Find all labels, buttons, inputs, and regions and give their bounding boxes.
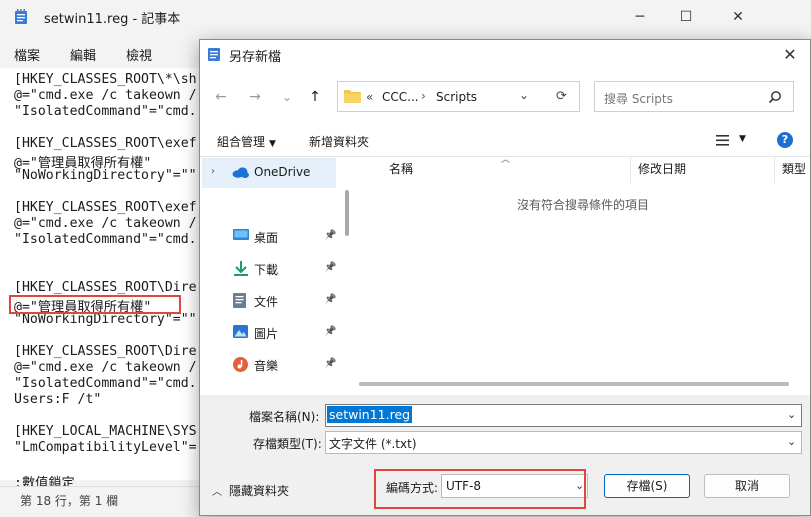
view-dropdown-icon[interactable]: ▼ xyxy=(739,134,746,144)
code-line: [HKEY_CLASSES_ROOT\exef xyxy=(14,136,197,151)
minimize-button[interactable]: ─ xyxy=(617,0,663,34)
code-line: "NoWorkingDirectory"="" xyxy=(14,312,197,327)
address-overflow[interactable]: « xyxy=(366,90,373,104)
nav-item-label: 圖片 xyxy=(254,327,279,341)
menu-file[interactable]: 檔案 xyxy=(14,45,40,64)
nav-item-label: 桌面 xyxy=(254,231,279,245)
nav-scrollbar-thumb[interactable] xyxy=(345,190,349,236)
onedrive-cloud-icon xyxy=(232,167,249,178)
menu-edit[interactable]: 編輯 xyxy=(70,45,96,64)
code-line: "IsolatedCommand"="cmd. xyxy=(14,104,197,119)
expand-chevron-icon[interactable]: › xyxy=(211,166,215,177)
cancel-button[interactable]: 取消 xyxy=(704,474,790,498)
help-icon[interactable]: ? xyxy=(777,132,793,148)
code-line: [HKEY_CLASSES_ROOT\Dire xyxy=(14,344,197,359)
pin-icon[interactable]: 📌 xyxy=(324,230,336,241)
code-line: "LmCompatibilityLevel"= xyxy=(14,440,197,455)
menu-view[interactable]: 檢視 xyxy=(126,45,152,64)
up-folder-icon[interactable]: ↑ xyxy=(304,86,326,108)
filename-label: 檔案名稱(N): xyxy=(249,410,320,424)
view-menu-icon[interactable] xyxy=(716,135,729,146)
pin-icon[interactable]: 📌 xyxy=(324,294,336,305)
dialog-title: 另存新檔 xyxy=(229,50,282,65)
column-modified[interactable]: 修改日期 xyxy=(638,160,686,177)
maximize-button[interactable]: ☐ xyxy=(663,0,709,34)
download-icon xyxy=(233,261,249,279)
music-icon xyxy=(233,357,248,375)
nav-item-label: 音樂 xyxy=(254,359,279,373)
filename-value[interactable]: setwin11.reg xyxy=(327,406,413,423)
caret-down-icon: ▼ xyxy=(269,139,276,149)
dialog-close-button[interactable]: ✕ xyxy=(770,40,810,70)
highlight-box-encoding xyxy=(374,469,586,509)
code-line: [HKEY_CLASSES_ROOT\*\sh xyxy=(14,72,197,87)
file-list[interactable] xyxy=(352,157,809,393)
folder-icon xyxy=(344,90,361,103)
cursor-position: 第 18 行，第 1 欄 xyxy=(20,494,119,508)
notepad-title: setwin11.reg - 記事本 xyxy=(44,12,181,27)
search-icon[interactable] xyxy=(768,90,782,104)
documents-icon xyxy=(233,293,246,311)
pin-icon[interactable]: 📌 xyxy=(324,326,336,337)
column-type[interactable]: 類型 xyxy=(782,160,806,177)
code-line: [HKEY_CLASSES_ROOT\exef xyxy=(14,200,197,215)
horizontal-scrollbar[interactable] xyxy=(359,382,789,386)
empty-results-message: 沒有符合搜尋條件的項目 xyxy=(517,198,650,212)
desktop-icon xyxy=(233,229,249,245)
sort-arrow-icon: ︿ xyxy=(501,155,511,165)
save-button[interactable]: 存檔(S) xyxy=(604,474,690,498)
code-line: Users:F /t" xyxy=(14,392,102,407)
column-name[interactable]: 名稱 xyxy=(389,160,413,177)
organize-label: 組合管理 xyxy=(217,135,266,149)
address-separator: › xyxy=(421,89,426,103)
nav-item-label: 文件 xyxy=(254,295,279,309)
notepad-close-button[interactable]: ✕ xyxy=(715,0,761,34)
forward-icon[interactable]: → xyxy=(244,86,266,108)
code-line: @="cmd.exe /c takeown / xyxy=(14,88,197,103)
highlight-box-code xyxy=(9,295,181,314)
address-dropdown-icon[interactable]: ⌄ xyxy=(519,88,529,102)
organize-button[interactable]: 組合管理 ▼ xyxy=(217,133,276,150)
filename-dropdown-icon[interactable]: ⌄ xyxy=(787,408,796,421)
notepad-app-icon xyxy=(15,9,27,24)
pictures-icon xyxy=(233,325,248,341)
code-line: [HKEY_LOCAL_MACHINE\SYS xyxy=(14,424,197,439)
filetype-dropdown-icon[interactable]: ⌄ xyxy=(787,435,796,448)
new-folder-button[interactable]: 新增資料夾 xyxy=(309,133,369,150)
back-icon[interactable]: ← xyxy=(210,86,232,108)
code-line: @="cmd.exe /c takeown / xyxy=(14,216,197,231)
nav-label-onedrive: OneDrive xyxy=(254,165,311,179)
recent-locations-icon[interactable]: ⌄ xyxy=(276,86,298,108)
filetype-value: 文字文件 (*.txt) xyxy=(329,437,417,451)
pin-icon[interactable]: 📌 xyxy=(324,262,336,273)
chevron-up-icon[interactable]: ︿ xyxy=(212,483,222,498)
column-separator[interactable] xyxy=(630,157,631,183)
address-parent[interactable]: CCC... xyxy=(382,90,419,104)
address-current[interactable]: Scripts xyxy=(436,90,477,104)
search-placeholder: 搜尋 Scripts xyxy=(604,92,673,106)
refresh-icon[interactable]: ⟳ xyxy=(556,89,567,104)
hide-folders-button[interactable]: 隱藏資料夾 xyxy=(229,482,289,499)
pin-icon[interactable]: 📌 xyxy=(324,358,336,369)
code-line: @="cmd.exe /c takeown / xyxy=(14,360,197,375)
code-line: "NoWorkingDirectory"="" xyxy=(14,168,197,183)
code-line: "IsolatedCommand"="cmd. xyxy=(14,376,197,391)
code-line: [HKEY_CLASSES_ROOT\Dire xyxy=(14,280,197,295)
nav-item-label: 下載 xyxy=(254,263,279,277)
column-separator[interactable] xyxy=(774,157,775,183)
code-line: "IsolatedCommand"="cmd. xyxy=(14,232,197,247)
notepad-dialog-icon xyxy=(208,48,220,61)
filetype-label: 存檔類型(T): xyxy=(253,437,322,451)
